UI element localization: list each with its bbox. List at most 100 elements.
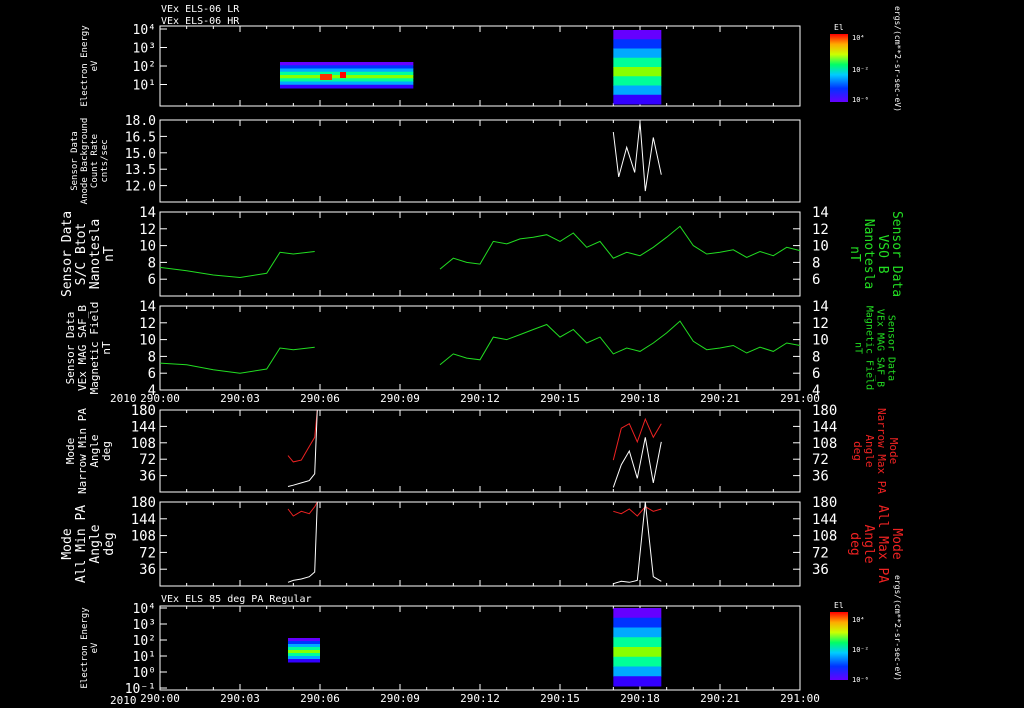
vex-mag-saf-b-ylabel-right-line: VEx MAG SAF_B xyxy=(875,309,886,387)
electron-energy-spectrogram-cell xyxy=(280,84,414,89)
electron-energy-85deg-cell xyxy=(288,659,320,663)
sc-btot-ytick-label: 12 xyxy=(139,222,156,238)
anode-background-count-rate-ylabel-line: Anode Background xyxy=(80,118,90,205)
colorbar-bottom xyxy=(830,612,848,680)
all-pitch-angle-ylabel-right-line: All Max PA xyxy=(875,505,890,583)
sc-btot-ytick-label-right: 6 xyxy=(812,272,820,288)
electron-energy-85deg-ylabel-line: Electron Energy xyxy=(80,607,90,689)
all-pitch-angle-ytick-label-right: 36 xyxy=(812,562,829,578)
colorbar-top xyxy=(830,34,848,102)
all-pitch-angle-ytick-label: 108 xyxy=(131,529,156,545)
colorbar-top-tick-1: 10⁴ xyxy=(852,34,865,42)
vex-mag-saf-b-ytick-label: 14 xyxy=(139,299,156,315)
all-pitch-angle-ytick-label-right: 180 xyxy=(812,495,837,511)
sc-btot-ytick-label-right: 14 xyxy=(812,205,829,221)
electron-energy-85deg-cell xyxy=(613,647,662,658)
electron-energy-spectrogram-cell xyxy=(613,30,662,40)
colorbar-top-tick-3: 10⁻⁶ xyxy=(852,96,869,104)
electron-energy-spectrogram-cell xyxy=(613,48,662,59)
sc-btot-ylabel-line: nT xyxy=(102,246,117,262)
all-pitch-angle-ylabel-right-line: Mode xyxy=(889,528,904,559)
electron-energy-85deg-cell xyxy=(288,647,320,651)
electron-energy-spectrogram-cell xyxy=(340,72,346,78)
narrow-pitch-angle-ytick-label: 72 xyxy=(139,452,156,468)
sc-btot-ytick-label: 14 xyxy=(139,205,156,221)
sc-btot-ylabel-right-line: nT xyxy=(847,246,862,262)
sc-btot-ytick-label: 10 xyxy=(139,239,156,255)
electron-energy-85deg-xtick-label: 290:12 xyxy=(460,692,500,705)
all-pitch-angle-ytick-label: 180 xyxy=(131,495,156,511)
sc-btot-ylabel-line: Sensor Data xyxy=(60,211,75,297)
colorbar-bottom-tick-3: 10⁻⁶ xyxy=(852,676,869,684)
electron-energy-85deg-cell xyxy=(613,617,662,628)
colorbar-bottom-tick-1: 10⁴ xyxy=(852,616,865,624)
electron-energy-85deg-xtick-label: 291:00 xyxy=(780,692,820,705)
electron-energy-85deg-xtick-label: 290:06 xyxy=(300,692,340,705)
electron-energy-85deg-xtick-label: 290:03 xyxy=(220,692,260,705)
sc-btot-ylabel-line: Nanotesla xyxy=(88,219,103,289)
electron-energy-spectrogram-cell xyxy=(613,39,662,49)
anode-background-count-rate-ytick-label: 15.0 xyxy=(125,147,156,162)
narrow-pitch-angle-ytick-label-right: 108 xyxy=(812,436,837,452)
all-pitch-angle-ytick-label: 36 xyxy=(139,562,156,578)
electron-energy-spectrogram-ylabel-line: Electron Energy xyxy=(80,25,90,107)
sc-btot-ytick-label-right: 10 xyxy=(812,239,829,255)
colorbar-top-tick-2: 10⁻² xyxy=(852,66,869,74)
electron-energy-spectrogram-cell xyxy=(280,62,414,66)
all-pitch-angle-ylabel-line: deg xyxy=(102,532,117,555)
sc-btot-ylabel-line: S/C Btot xyxy=(74,223,89,286)
electron-energy-85deg-ytick-label: 10⁰ xyxy=(133,666,156,681)
electron-energy-85deg-cell xyxy=(288,641,320,645)
all-pitch-angle-ytick-label-right: 144 xyxy=(812,512,837,528)
all-pitch-angle-ylabel-right-line: deg xyxy=(847,532,862,555)
colorbar-bottom-title: El xyxy=(834,601,844,610)
electron-energy-spectrogram-ytick-label: 10⁴ xyxy=(133,23,156,38)
sc-btot-ylabel-right-line: Sensor Data xyxy=(889,211,904,297)
sc-btot-ytick-label: 6 xyxy=(148,272,156,288)
electron-energy-spectrogram-cell xyxy=(280,78,414,82)
all-pitch-angle-ytick-label: 72 xyxy=(139,545,156,561)
electron-energy-spectrogram-ytick-label: 10¹ xyxy=(133,79,156,94)
narrow-pitch-angle-ytick-label-right: 72 xyxy=(812,452,829,468)
narrow-pitch-angle-ytick-label-right: 144 xyxy=(812,419,837,435)
electron-energy-spectrogram-cell xyxy=(320,74,332,80)
anode-background-count-rate-ytick-label: 12.0 xyxy=(125,180,156,195)
electron-energy-85deg-cell xyxy=(288,653,320,657)
sc-btot-ylabel-right-line: Nanotesla xyxy=(861,219,876,289)
electron-energy-85deg-ytick-label: 10¹ xyxy=(133,650,156,665)
electron-energy-85deg-cell xyxy=(288,656,320,660)
electron-energy-spectrogram-ytick-label: 10² xyxy=(133,60,156,75)
narrow-pitch-angle-ylabel-line: deg xyxy=(100,441,113,461)
vex-mag-saf-b-xtick-label: 290:03 xyxy=(220,392,260,405)
electron-energy-85deg-ytick-label: 10³ xyxy=(133,618,156,633)
all-pitch-angle-ytick-label-right: 72 xyxy=(812,545,829,561)
sc-btot-ytick-label-right: 12 xyxy=(812,222,829,238)
electron-energy-85deg-cell xyxy=(613,666,662,677)
electron-energy-spectrogram-ylabel-line: eV xyxy=(90,60,100,71)
vex-mag-saf-b-ytick-label: 10 xyxy=(139,333,156,349)
electron-energy-spectrogram-cell xyxy=(280,71,414,76)
vex-mag-saf-b-ytick-label-right: 14 xyxy=(812,299,829,315)
electron-energy-spectrogram-cell xyxy=(613,76,662,86)
electron-energy-85deg-cell xyxy=(288,644,320,648)
narrow-pitch-angle-ytick-label-right: 180 xyxy=(812,403,837,419)
panel1-title-hr: VEx ELS-06 HR xyxy=(161,16,240,27)
anode-background-count-rate-ylabel-line: cnts/sec xyxy=(100,139,110,182)
anode-background-count-rate-ylabel-line: Count Rate xyxy=(90,134,100,188)
vex-mag-saf-b-xtick-label: 290:21 xyxy=(700,392,740,405)
electron-energy-85deg-ytick-label: 10⁴ xyxy=(133,602,156,617)
anode-background-count-rate-ylabel-line: Sensor Data xyxy=(70,131,80,191)
electron-energy-spectrogram-cell xyxy=(280,81,414,86)
narrow-pitch-angle-ytick-label-right: 36 xyxy=(812,469,829,485)
all-pitch-angle-ylabel-right-line: Angle xyxy=(861,524,876,563)
colorbar-top-unit: ergs/(cm**2-sr-sec-eV) xyxy=(893,6,902,112)
vex-mag-saf-b-ylabel-line: nT xyxy=(100,341,113,355)
colorbar-bottom-tick-2: 10⁻² xyxy=(852,646,869,654)
vex-mag-saf-b-ytick-label-right: 10 xyxy=(812,333,829,349)
panel7-title: VEx ELS 85 deg PA Regular xyxy=(161,594,312,605)
vex-mag-saf-b-xtick-label: 290:12 xyxy=(460,392,500,405)
sc-btot-ylabel-right-line: VSO B xyxy=(875,234,890,273)
electron-energy-85deg-cell xyxy=(613,637,662,648)
electron-energy-85deg-ytick-label: 10² xyxy=(133,634,156,649)
electron-energy-spectrogram-cell xyxy=(280,68,414,73)
